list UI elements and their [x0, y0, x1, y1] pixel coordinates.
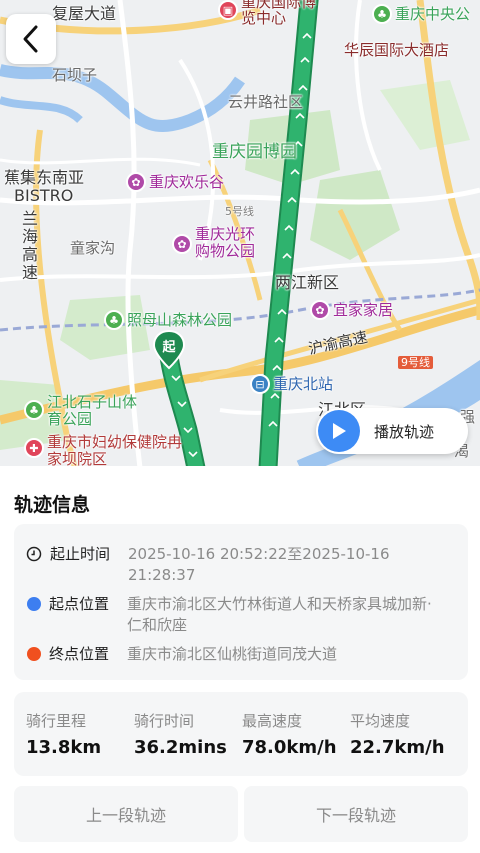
stat-avg-speed: 平均速度 22.7km/h	[350, 710, 445, 758]
start-location-row: 起点位置 重庆市渝北区大竹林街道人和天桥家具城加新·仁和欣座	[26, 592, 439, 636]
track-info-card: 起止时间 2025-10-16 20:52:22至2025-10-16 21:2…	[14, 524, 468, 680]
prev-segment-button[interactable]: 上一段轨迹	[14, 786, 238, 842]
next-segment-button[interactable]: 下一段轨迹	[244, 786, 468, 842]
back-button[interactable]	[6, 14, 56, 64]
map-label: 重庆园博园	[212, 142, 297, 162]
stat-max-speed: 最高速度 78.0km/h	[242, 710, 337, 758]
park-icon: ♣	[24, 400, 44, 420]
shopping-icon: ✿	[126, 172, 146, 192]
start-marker[interactable]: 起	[152, 329, 186, 374]
track-info-sheet: 轨迹信息 起止时间 2025-10-16 20:52:22至2025-10-16…	[0, 466, 480, 853]
stat-value: 36.2mins	[134, 737, 227, 758]
map-label: 石坝子	[52, 66, 98, 84]
time-value: 2025-10-16 20:52:22至2025-10-16 21:28:37	[128, 545, 390, 584]
map-label: 9号线	[398, 356, 433, 369]
map-label: 云井路社区	[228, 93, 304, 111]
stat-value: 78.0km/h	[242, 737, 337, 758]
poi-yujia[interactable]: ✿ 宜家家居	[310, 300, 393, 320]
play-icon	[318, 410, 360, 452]
map-label: 5号线	[225, 205, 254, 218]
park-icon: ♣	[372, 4, 392, 24]
chevron-left-icon	[23, 25, 38, 53]
poi-zhaomu[interactable]: ♣ 照母山森林公园	[104, 310, 232, 330]
start-location-key: 起点位置	[49, 595, 110, 613]
start-dot-icon	[27, 597, 41, 611]
start-marker-label: 起	[162, 340, 176, 355]
stat-label: 平均速度	[350, 712, 411, 730]
shopping-icon: ✿	[310, 300, 330, 320]
time-key: 起止时间	[50, 545, 111, 563]
building-icon: ▣	[218, 0, 238, 20]
map-label: BISTRO	[14, 186, 74, 205]
shopping-icon: ✿	[172, 234, 192, 254]
end-dot-icon	[27, 647, 41, 661]
poi-fuyou[interactable]: ✚ 重庆市妇幼保健院冉家坝院区	[24, 434, 187, 468]
stat-distance: 骑行里程 13.8km	[26, 710, 101, 758]
hospital-icon: ✚	[24, 438, 44, 458]
stat-label: 骑行里程	[26, 712, 87, 730]
end-location-key: 终点位置	[49, 645, 110, 663]
play-track-button[interactable]: 播放轨迹	[316, 408, 468, 454]
clock-icon	[26, 546, 42, 562]
time-row: 起止时间 2025-10-16 20:52:22至2025-10-16 21:2…	[26, 542, 440, 586]
poi-guanghuan[interactable]: ✿ 重庆光环购物公园	[172, 226, 265, 260]
start-location-value: 重庆市渝北区大竹林街道人和天桥家具城加新·仁和欣座	[127, 595, 432, 634]
map-label: 华辰国际大酒店	[344, 41, 450, 59]
end-location-row: 终点位置 重庆市渝北区仙桃街道同茂大道	[26, 642, 439, 666]
map-label: 兰海高速	[19, 210, 38, 282]
train-station-icon: ⊟	[250, 374, 270, 394]
park-icon: ♣	[104, 310, 124, 330]
play-track-label: 播放轨迹	[374, 422, 435, 441]
poi-zhongyang[interactable]: ♣ 重庆中央公	[372, 4, 470, 24]
sheet-title: 轨迹信息	[14, 494, 91, 516]
map-label: 复屋大道	[52, 4, 117, 23]
map-label: 童家沟	[70, 239, 116, 257]
poi-huanle[interactable]: ✿ 重庆欢乐谷	[126, 172, 224, 192]
stat-label: 最高速度	[242, 712, 303, 730]
map-label: 蕉集东南亚	[4, 168, 85, 187]
map-view[interactable]: 复屋大道 石坝子 云井路社区 重庆园博园 蕉集东南亚 BISTRO 童家沟 兰海…	[0, 0, 480, 468]
poi-shizi[interactable]: ♣ 江北石子山体育公园	[24, 394, 143, 428]
poi-bolan[interactable]: ▣ 重庆国际博览中心	[218, 0, 321, 26]
map-label: 两江新区	[275, 273, 340, 292]
stat-duration: 骑行时间 36.2mins	[134, 710, 227, 758]
stat-label: 骑行时间	[134, 712, 195, 730]
stat-value: 13.8km	[26, 737, 102, 758]
ride-stats-card: 骑行里程 13.8km 骑行时间 36.2mins 最高速度 78.0km/h …	[14, 692, 468, 776]
end-location-value: 重庆市渝北区仙桃街道同茂大道	[127, 645, 338, 663]
stat-value: 22.7km/h	[350, 737, 445, 758]
poi-beizhan[interactable]: ⊟ 重庆北站	[250, 374, 333, 394]
